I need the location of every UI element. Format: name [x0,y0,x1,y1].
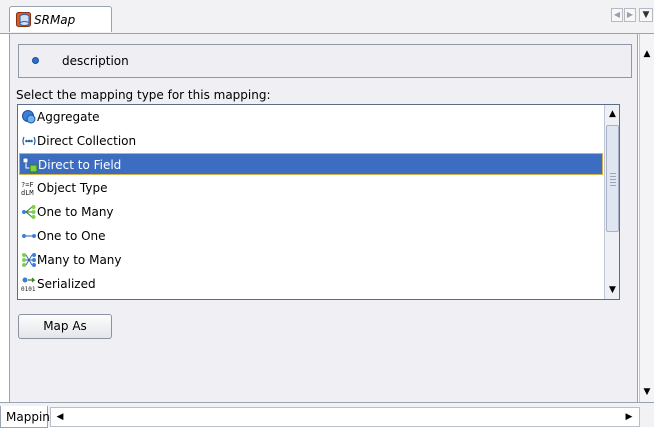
tab-label: SRMap [34,13,76,27]
tab-scroll-right-button[interactable]: ▶ [624,8,636,22]
tab-scroll-left-button[interactable]: ◀ [611,8,623,22]
list-vertical-scrollbar[interactable]: ▲ ▼ [604,105,619,299]
object-type-icon: ?=F dLM [21,181,34,196]
description-box: description [18,44,632,78]
list-item-direct-to-field[interactable]: Direct to Field [19,153,603,175]
direct-to-field-icon [22,157,38,173]
direct-collection-icon [22,136,36,146]
description-text: description [62,54,129,68]
srmap-icon [16,12,31,27]
bullet-icon [32,57,39,64]
editor-bottom-bar: Mapping ◀ ▶ [0,402,654,428]
panel-vertical-scrollbar[interactable]: ▲ ▼ [639,34,654,402]
horizontal-scrollbar[interactable]: ◀ ▶ [50,407,640,427]
aggregate-icon [22,110,36,124]
scroll-left-arrow-icon[interactable]: ◀ [52,409,68,425]
panel-scroll-down-arrow-icon[interactable]: ▼ [640,384,654,400]
mapping-panel: description Select the mapping type for … [9,34,638,402]
tab-mapping[interactable]: Mapping [0,406,58,428]
svg-text:0101: 0101 [21,286,36,292]
one-to-many-icon [22,205,36,219]
list-item-one-to-many[interactable]: One to Many [19,201,603,223]
list-item-direct-collection[interactable]: Direct Collection [19,130,603,152]
list-item-object-type[interactable]: ?=F dLM Object Type [19,177,603,199]
list-item-aggregate[interactable]: Aggregate [19,106,603,128]
panel-scroll-up-arrow-icon[interactable]: ▲ [640,46,654,62]
editor-tab-strip: SRMap ◀ ▶ ▼ [0,0,654,34]
list-item-serialized[interactable]: 0101 Serialized [19,273,603,295]
mapping-type-prompt: Select the mapping type for this mapping… [16,88,271,102]
mapping-type-list[interactable]: Aggregate Direct Collection Direct to Fi… [17,104,620,300]
scroll-thumb[interactable] [606,125,619,232]
svg-text:dLM: dLM [21,189,34,196]
one-to-one-icon [22,234,36,238]
serialized-icon: 0101 [21,277,36,292]
tab-list-dropdown-button[interactable]: ▼ [639,8,653,22]
tab-srmap[interactable]: SRMap [9,6,112,32]
scroll-right-arrow-icon[interactable]: ▶ [621,409,637,425]
svg-text:?=F: ?=F [21,181,34,189]
grip-icon [610,171,616,186]
scroll-down-arrow-icon[interactable]: ▼ [605,282,619,298]
list-item-one-to-one[interactable]: One to One [19,225,603,247]
map-as-button[interactable]: Map As [18,314,112,339]
many-to-many-icon [22,253,36,267]
scroll-up-arrow-icon[interactable]: ▲ [605,106,619,122]
list-item-many-to-many[interactable]: Many to Many [19,249,603,271]
